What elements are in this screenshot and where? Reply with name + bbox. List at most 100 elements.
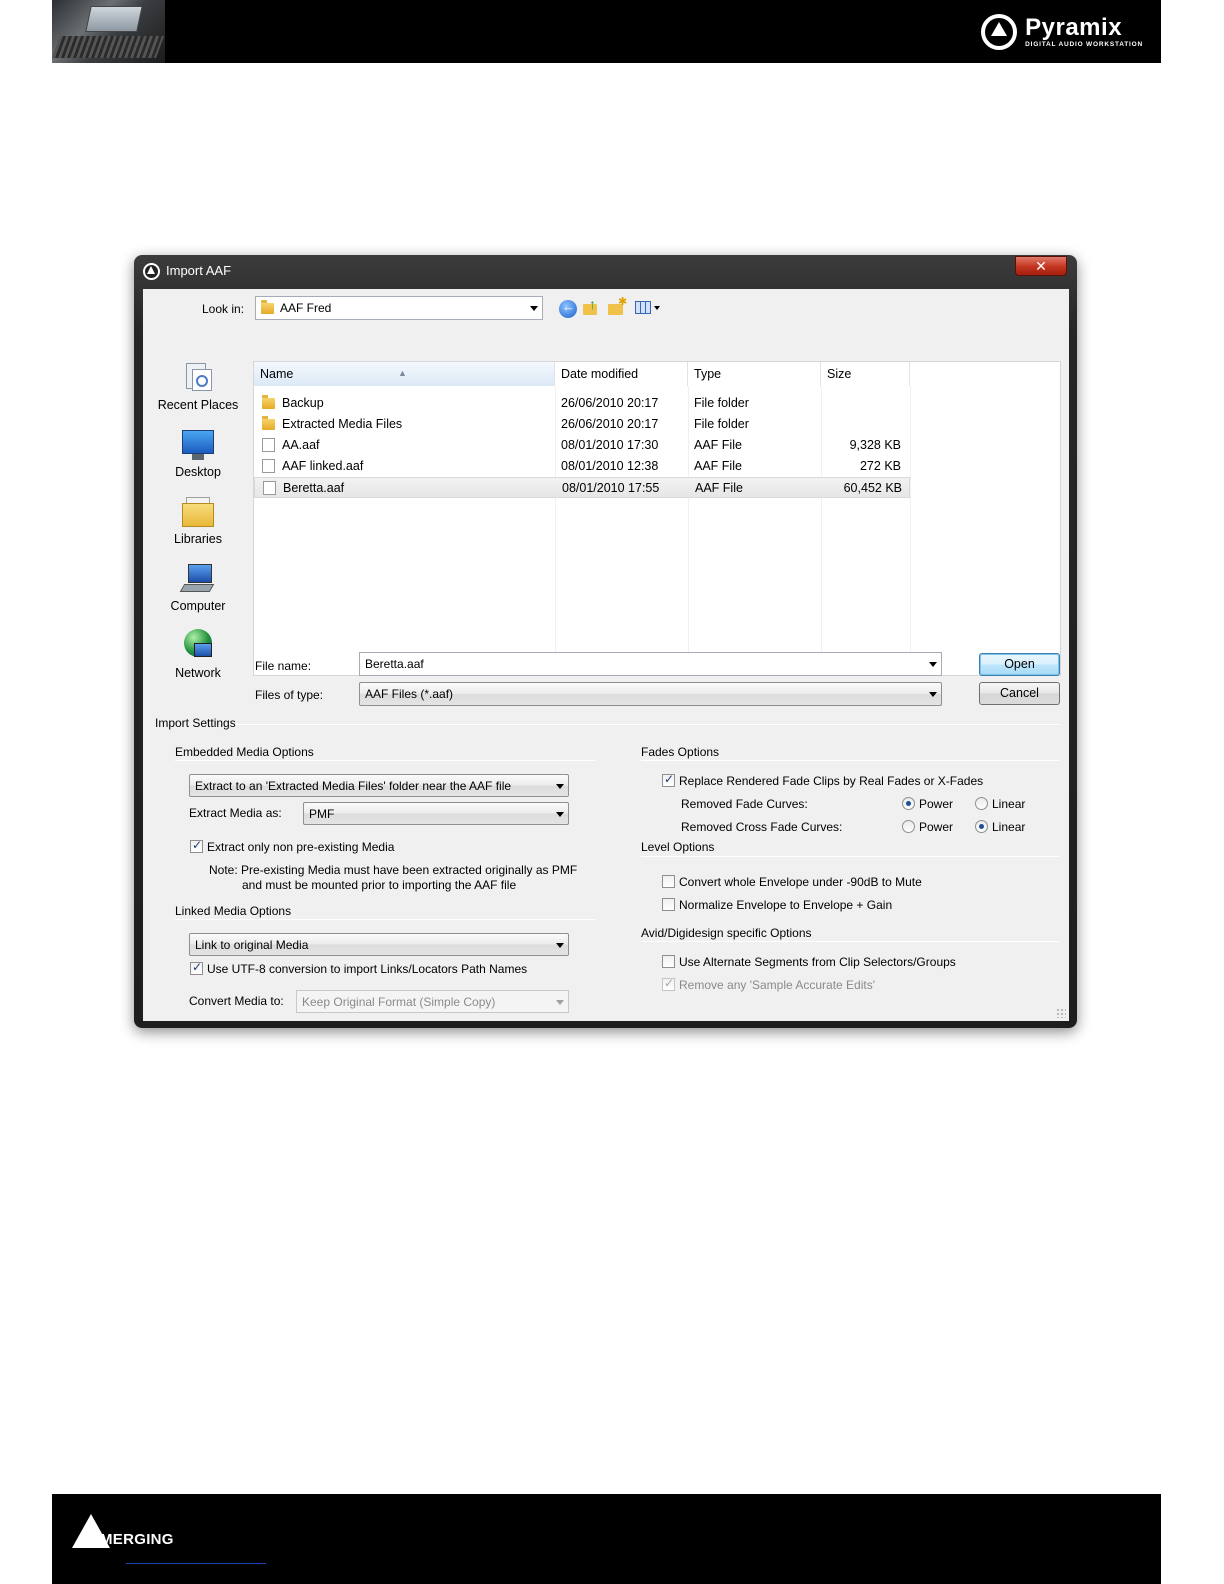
computer-icon [179, 562, 216, 596]
pyramix-app-icon [143, 263, 160, 280]
replace-fade-clips-label: Replace Rendered Fade Clips by Real Fade… [679, 774, 984, 788]
network-icon [180, 629, 216, 663]
files-of-type-dropdown[interactable]: AAF Files (*.aaf) [359, 682, 942, 706]
place-label: Computer [170, 599, 226, 613]
file-name-cell: Backup [282, 396, 324, 410]
file-row[interactable]: Beretta.aaf 08/01/2010 17:55 AAF File 60,45… [254, 477, 910, 498]
file-size-cell: 60,452 KB [843, 481, 902, 495]
file-name-cell: Extracted Media Files [282, 417, 403, 431]
dialog-client-area: Look in: AAF Fred ↑ ✱ Recent Places Desk… [143, 289, 1069, 1021]
removed-cross-linear-label: Linear [992, 820, 1026, 834]
embedded-media-options-title: Embedded Media Options [175, 745, 314, 759]
new-folder-icon[interactable]: ✱ [608, 296, 627, 316]
file-list[interactable]: ▲ Name Date modified Type Size Backup 26/… [253, 361, 1061, 676]
up-folder-icon[interactable]: ↑ [583, 296, 601, 316]
view-menu-icon[interactable] [635, 298, 661, 316]
file-icon [262, 438, 275, 452]
file-name-field[interactable]: Beretta.aaf [359, 652, 942, 676]
file-date-cell: 08/01/2010 17:30 [561, 438, 659, 452]
convert-media-value: Keep Original Format (Simple Copy) [302, 994, 496, 1009]
file-icon [263, 481, 276, 495]
column-header-size[interactable]: Size [821, 362, 910, 386]
libraries-icon [180, 495, 216, 529]
removed-cross-linear-radio[interactable] [975, 820, 988, 833]
avid-options-title: Avid/Digidesign specific Options [641, 926, 812, 940]
dialog-title: Import AAF [166, 263, 232, 278]
file-icon [262, 459, 275, 473]
pyramix-logo: Pyramix DIGITAL AUDIO WORKSTATION [981, 12, 1143, 52]
page-header: Pyramix DIGITAL AUDIO WORKSTATION [52, 0, 1161, 63]
places-bar: Recent Places Desktop Libraries Computer… [151, 361, 245, 701]
dialog-titlebar[interactable]: Import AAF ✕ [134, 255, 1077, 285]
file-row[interactable]: Backup 26/06/2010 20:17 File folder [254, 393, 910, 414]
removed-cross-power-radio[interactable] [902, 820, 915, 833]
place-network[interactable]: Network [151, 629, 245, 680]
file-date-cell: 08/01/2010 17:55 [562, 481, 660, 495]
file-date-cell: 26/06/2010 20:17 [561, 396, 659, 410]
resize-grip-icon[interactable] [1056, 1008, 1066, 1018]
file-name-cell: AA.aaf [282, 438, 320, 452]
place-label: Network [175, 666, 221, 680]
removed-fade-linear-radio[interactable] [975, 797, 988, 810]
file-type-cell: File folder [694, 417, 749, 431]
place-computer[interactable]: Computer [151, 562, 245, 613]
divider [235, 724, 1059, 725]
file-row[interactable]: Extracted Media Files 26/06/2010 20:17 Fil… [254, 414, 910, 435]
file-type-cell: AAF File [694, 459, 742, 473]
brand-name: Pyramix [1025, 13, 1123, 41]
link-mode-value: Link to original Media [195, 937, 309, 952]
removed-cross-fade-curves-label: Removed Cross Fade Curves: [681, 820, 843, 834]
column-header-type[interactable]: Type [688, 362, 821, 386]
cancel-button[interactable]: Cancel [979, 682, 1060, 705]
look-in-value: AAF Fred [280, 301, 332, 315]
place-desktop[interactable]: Desktop [151, 428, 245, 479]
company-name: MERGING [100, 1531, 174, 1548]
utf8-conversion-checkbox[interactable] [190, 960, 203, 975]
chevron-down-icon [929, 662, 937, 667]
extract-as-dropdown[interactable]: PMF [303, 802, 569, 825]
replace-fade-clips-checkbox[interactable] [662, 772, 675, 787]
chevron-down-icon [556, 784, 564, 789]
normalize-envelope-checkbox[interactable] [662, 898, 675, 911]
back-icon[interactable] [559, 299, 577, 318]
folder-icon [261, 299, 274, 314]
place-libraries[interactable]: Libraries [151, 495, 245, 546]
file-name-label: File name: [255, 659, 312, 673]
folder-icon [262, 416, 275, 430]
removed-fade-power-radio[interactable] [902, 797, 915, 810]
convert-envelope-mute-label: Convert whole Envelope under -90dB to Mu… [679, 875, 922, 889]
note-line-1: Note: Pre-existing Media must have been … [209, 863, 578, 877]
brand-tagline: DIGITAL AUDIO WORKSTATION [1025, 40, 1143, 48]
place-recent-places[interactable]: Recent Places [151, 361, 245, 412]
convert-envelope-mute-checkbox[interactable] [662, 875, 675, 888]
note-line-2: and must be mounted prior to importing t… [242, 878, 517, 892]
removed-fade-power-label: Power [919, 797, 954, 811]
remove-sample-accurate-checkbox[interactable] [662, 976, 675, 991]
place-label: Recent Places [157, 398, 239, 412]
file-date-cell: 26/06/2010 20:17 [561, 417, 659, 431]
level-options-title: Level Options [641, 840, 715, 854]
footer-link-underline [126, 1563, 266, 1564]
file-name-cell: Beretta.aaf [283, 481, 345, 495]
file-row[interactable]: AA.aaf 08/01/2010 17:30 AAF File 9,328 KB [254, 435, 910, 456]
import-settings-title: Import Settings [155, 716, 236, 730]
close-button[interactable]: ✕ [1015, 256, 1067, 276]
look-in-dropdown[interactable]: AAF Fred [255, 296, 543, 320]
page-footer: MERGING [52, 1494, 1161, 1584]
convert-media-dropdown[interactable]: Keep Original Format (Simple Copy) [296, 990, 569, 1013]
extract-only-non-existing-checkbox[interactable] [190, 838, 203, 853]
link-mode-dropdown[interactable]: Link to original Media [189, 933, 569, 956]
extract-as-value: PMF [309, 806, 335, 821]
file-row[interactable]: AAF linked.aaf 08/01/2010 12:38 AAF File 27… [254, 456, 910, 477]
chevron-down-icon [929, 692, 937, 697]
column-header-name[interactable]: ▲ Name [254, 362, 555, 386]
fades-options-title: Fades Options [641, 745, 720, 759]
extract-mode-dropdown[interactable]: Extract to an 'Extracted Media Files' fo… [189, 774, 569, 797]
extract-as-label: Extract Media as: [189, 806, 282, 820]
alternate-segments-checkbox[interactable] [662, 955, 675, 968]
chevron-down-icon [556, 1000, 564, 1005]
open-button[interactable]: Open [979, 653, 1060, 676]
files-of-type-value: AAF Files (*.aaf) [365, 687, 454, 701]
column-header-date[interactable]: Date modified [555, 362, 688, 386]
chevron-down-icon [556, 943, 564, 948]
